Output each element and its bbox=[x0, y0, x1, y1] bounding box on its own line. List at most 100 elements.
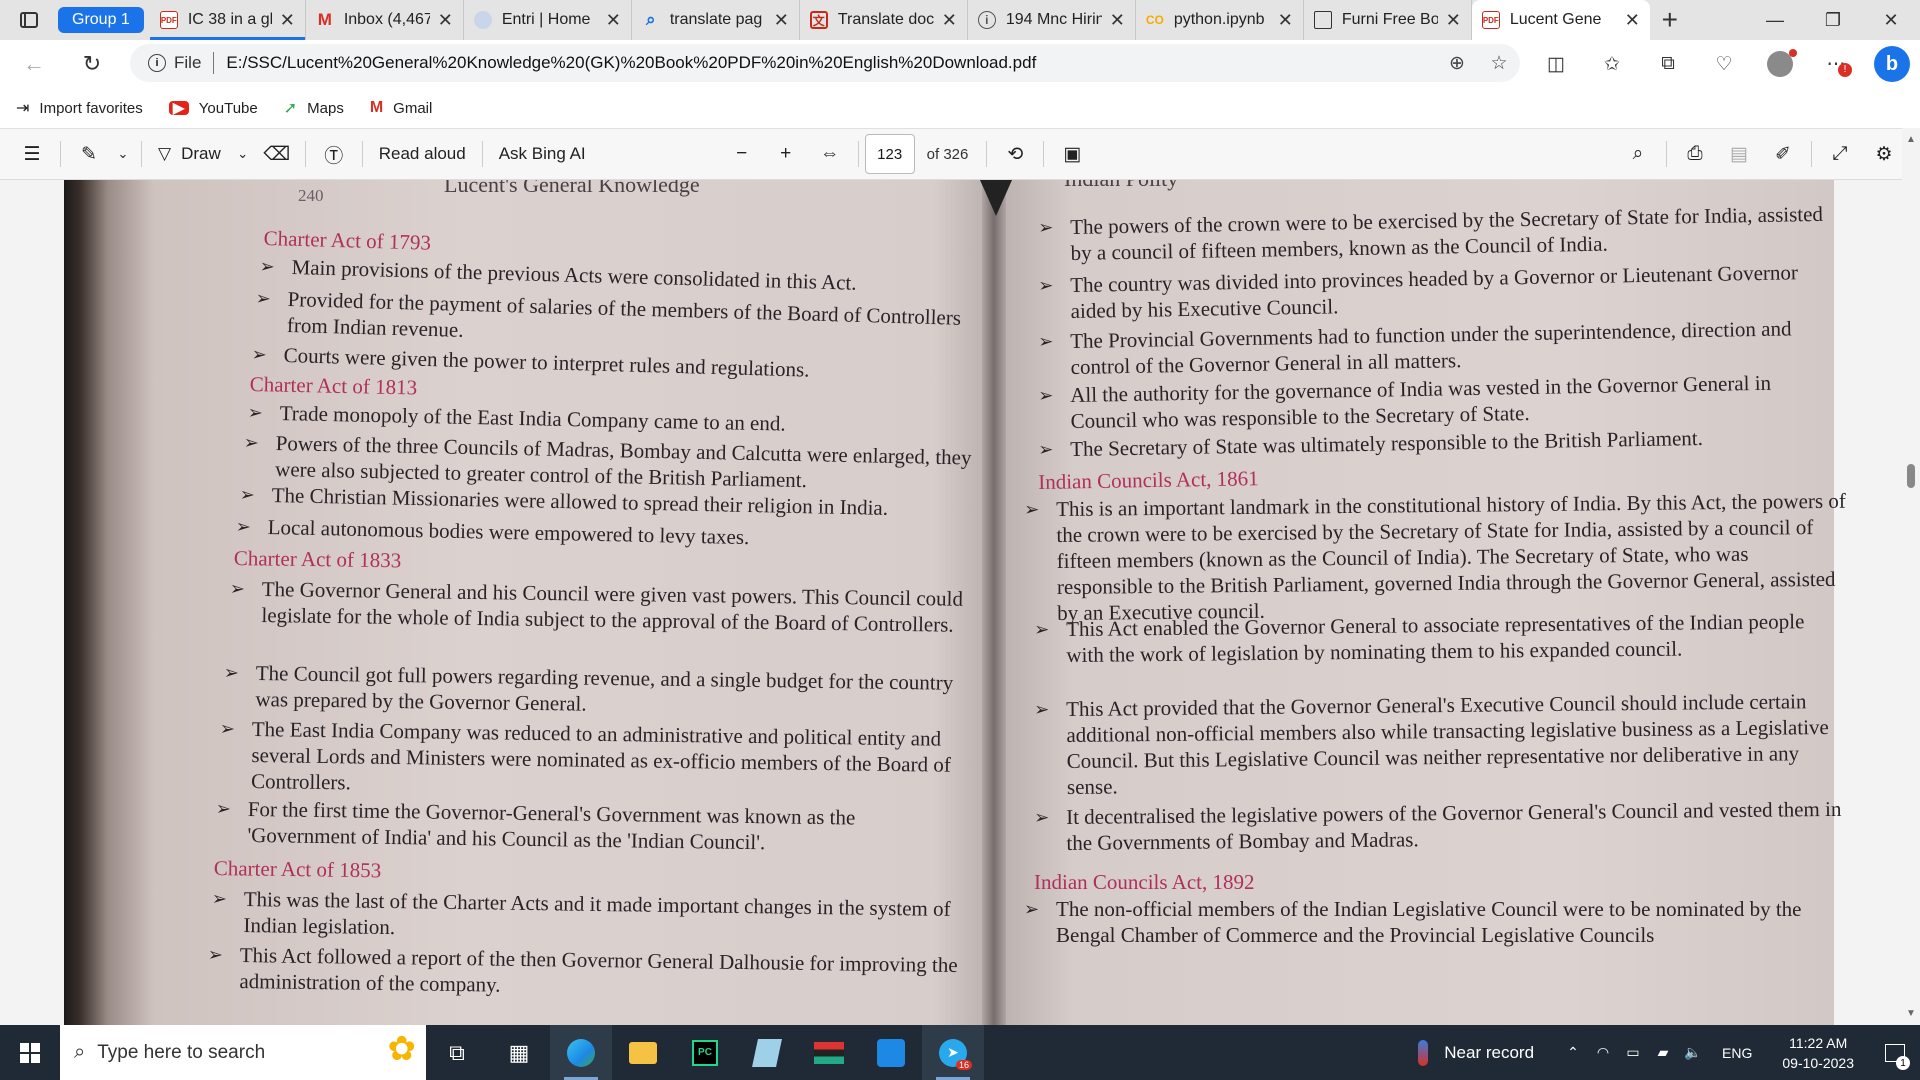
file-explorer-icon[interactable] bbox=[612, 1025, 674, 1080]
tab-ic38[interactable]: PDF IC 38 in a gla ✕ bbox=[149, 0, 306, 40]
eraser-icon[interactable]: ⌫ bbox=[255, 136, 299, 172]
favorite-import[interactable]: ⇥ Import favorites bbox=[16, 98, 143, 118]
close-icon[interactable]: ✕ bbox=[280, 10, 295, 31]
minimize-icon[interactable]: — bbox=[1746, 0, 1804, 40]
list-item: ➢ The Governor General and his Council we… bbox=[229, 576, 964, 637]
read-aloud-button[interactable]: Read aloud bbox=[369, 136, 476, 172]
new-tab-button[interactable]: + bbox=[1650, 0, 1690, 40]
notification-count: 1 bbox=[1896, 1056, 1910, 1070]
page-number-input[interactable]: 123 bbox=[864, 134, 915, 174]
close-icon[interactable]: ✕ bbox=[438, 10, 453, 31]
notification-center-button[interactable]: 1 bbox=[1870, 1025, 1920, 1080]
tab-mnc-hiring[interactable]: i 194 Mnc Hirin ✕ bbox=[968, 0, 1136, 40]
battery-icon[interactable]: ▰ bbox=[1648, 1044, 1678, 1061]
split-screen-icon[interactable]: ◫ bbox=[1528, 53, 1584, 76]
zoom-out-icon[interactable]: − bbox=[720, 136, 764, 172]
chevron-down-icon[interactable]: ⌄ bbox=[111, 136, 135, 172]
close-icon[interactable]: ✕ bbox=[1625, 10, 1640, 31]
back-arrow-icon[interactable]: ← bbox=[12, 44, 56, 84]
ask-bing-button[interactable]: Ask Bing AI bbox=[489, 136, 596, 172]
save-as-icon[interactable]: ✐ bbox=[1761, 136, 1805, 172]
print-icon[interactable]: ⎙ bbox=[1673, 136, 1717, 172]
close-icon[interactable]: ✕ bbox=[1278, 10, 1293, 31]
favorite-maps[interactable]: ➚ Maps bbox=[284, 98, 344, 118]
weather-widget[interactable]: Near record bbox=[1418, 1039, 1534, 1066]
list-item: ➢ This Act followed a report of the then … bbox=[207, 942, 958, 997]
close-icon[interactable]: ✕ bbox=[942, 10, 957, 31]
collections-icon[interactable]: ⧉ bbox=[1640, 53, 1696, 75]
tab-title: python.ipynb bbox=[1173, 11, 1265, 28]
clock[interactable]: 11:22 AM 09-10-2023 bbox=[1782, 1033, 1854, 1073]
fullscreen-icon[interactable]: ⤢ bbox=[1818, 136, 1862, 172]
tab-python-notebook[interactable]: CO python.ipynb ✕ bbox=[1136, 0, 1304, 40]
display-icon[interactable]: ▭ bbox=[1618, 1044, 1648, 1061]
tab-lucent-active[interactable]: PDF Lucent Gene ✕ bbox=[1471, 0, 1650, 40]
telegram-icon[interactable]: ➤ 16 bbox=[922, 1025, 984, 1080]
bing-copilot-icon[interactable]: b bbox=[1864, 46, 1920, 82]
microsoft-store-icon[interactable]: ▦ bbox=[488, 1025, 550, 1080]
close-window-icon[interactable]: ✕ bbox=[1862, 0, 1920, 40]
tab-inbox[interactable]: M Inbox (4,467) ✕ bbox=[306, 0, 464, 40]
url-bar[interactable]: i File E:/SSC/Lucent%20General%20Knowled… bbox=[130, 44, 1520, 82]
vertical-scrollbar[interactable]: ▲ ▼ bbox=[1902, 128, 1920, 1025]
page-view-icon[interactable]: ▣ bbox=[1050, 136, 1094, 172]
scheme-label: File bbox=[174, 53, 202, 72]
browser-essentials-icon[interactable]: ♡ bbox=[1696, 53, 1752, 76]
taskbar-search[interactable]: ⌕ Type here to search ✿ bbox=[60, 1025, 426, 1080]
volume-icon[interactable]: 🔈 bbox=[1678, 1044, 1708, 1061]
restore-icon[interactable]: ❐ bbox=[1804, 0, 1862, 40]
profile-avatar[interactable] bbox=[1752, 49, 1808, 77]
star-icon[interactable]: ☆ bbox=[1478, 52, 1520, 75]
document-icon bbox=[1313, 11, 1332, 29]
more-menu-icon[interactable]: ⋯! bbox=[1808, 53, 1864, 77]
info-icon[interactable]: i bbox=[148, 54, 166, 72]
zoom-icon[interactable]: ⊕ bbox=[1436, 52, 1478, 75]
flag-app-icon[interactable] bbox=[798, 1025, 860, 1080]
thermometer-icon bbox=[1418, 1039, 1429, 1066]
edge-browser-icon[interactable] bbox=[550, 1025, 612, 1080]
import-icon: ⇥ bbox=[16, 100, 30, 117]
tab-entri[interactable]: Entri | Home ✕ bbox=[464, 0, 632, 40]
chevron-up-icon[interactable]: ⌃ bbox=[1558, 1044, 1588, 1061]
save-icon[interactable]: ▤ bbox=[1717, 136, 1761, 172]
close-icon[interactable]: ✕ bbox=[606, 10, 621, 31]
tab-translate-doc[interactable]: 文 Translate doc ✕ bbox=[800, 0, 968, 40]
task-view-icon[interactable]: ⧉ bbox=[426, 1025, 488, 1080]
favorites-icon[interactable]: ✩ bbox=[1584, 53, 1640, 76]
pycharm-icon[interactable]: PC bbox=[674, 1025, 736, 1080]
start-button[interactable] bbox=[0, 1025, 60, 1080]
close-icon[interactable]: ✕ bbox=[1446, 10, 1461, 31]
contents-list-icon[interactable]: ☰ bbox=[10, 136, 54, 172]
notepad-icon[interactable] bbox=[736, 1025, 798, 1080]
list-item: ➢ This Act provided that the Governor Gen… bbox=[1034, 689, 1829, 799]
language-indicator[interactable]: ENG bbox=[1722, 1045, 1752, 1061]
scroll-up-icon[interactable]: ▲ bbox=[1906, 134, 1916, 145]
tab-furni[interactable]: Furni Free Bo ✕ bbox=[1304, 0, 1472, 40]
scroll-down-icon[interactable]: ▼ bbox=[1906, 1008, 1916, 1019]
zoom-in-icon[interactable]: + bbox=[764, 136, 808, 172]
scroll-thumb[interactable] bbox=[1907, 464, 1915, 488]
text-icon[interactable]: Ⓣ bbox=[312, 136, 356, 172]
url-text[interactable]: E:/SSC/Lucent%20General%20Knowledge%20(G… bbox=[226, 53, 1436, 73]
refresh-icon[interactable]: ↻ bbox=[70, 44, 114, 84]
list-item: ➢ The Council got full powers regarding r… bbox=[223, 660, 954, 716]
wifi-icon[interactable]: ◠ bbox=[1588, 1044, 1618, 1061]
tab-group-chip[interactable]: Group 1 bbox=[58, 7, 144, 33]
tab-translate-search[interactable]: ⌕ translate pag ✕ bbox=[632, 0, 800, 40]
draw-button[interactable]: ▽ Draw bbox=[148, 136, 231, 172]
paint-icon[interactable] bbox=[860, 1025, 922, 1080]
settings-gear-icon[interactable]: ⚙ bbox=[1862, 136, 1906, 172]
pen-icon: ▽ bbox=[158, 144, 172, 163]
favorite-youtube[interactable]: ▶ YouTube bbox=[168, 100, 258, 117]
section-heading: Indian Councils Act, 1861 bbox=[1038, 466, 1259, 494]
highlight-icon[interactable]: ✎ bbox=[67, 136, 111, 172]
tab-actions-button[interactable] bbox=[0, 0, 58, 40]
rotate-icon[interactable]: ⟲ bbox=[993, 136, 1037, 172]
pdf-viewer[interactable]: 240 Lucent's General Knowledge Charter A… bbox=[0, 180, 1920, 1025]
fit-page-icon[interactable]: ⇔ bbox=[808, 136, 852, 172]
close-icon[interactable]: ✕ bbox=[774, 10, 789, 31]
close-icon[interactable]: ✕ bbox=[1110, 10, 1125, 31]
chevron-down-icon[interactable]: ⌄ bbox=[231, 136, 255, 172]
favorite-gmail[interactable]: M Gmail bbox=[370, 99, 433, 117]
search-icon[interactable]: ⌕ bbox=[1616, 136, 1660, 172]
